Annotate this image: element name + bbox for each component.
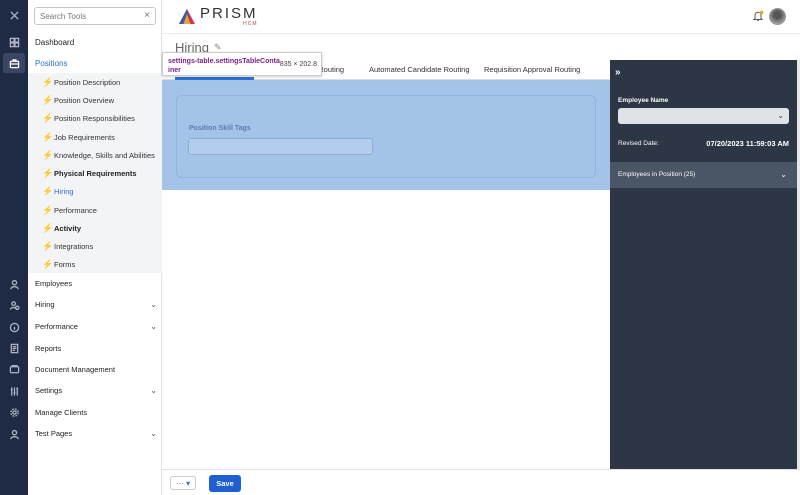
positions-submenu: ⚡ Position Description ⚡ Position Overview… [28, 73, 162, 273]
user-icon[interactable] [3, 274, 25, 294]
skill-tags-panel [176, 95, 596, 178]
sidebar-item-performance-sub[interactable]: ⚡ Performance [42, 203, 97, 217]
search-input[interactable]: Search Tools × [34, 7, 156, 25]
sidebar-item-settings[interactable]: Settings ⌄ [35, 386, 157, 395]
sidebar-item-performance[interactable]: Performance ⌄ [35, 322, 157, 331]
bolt-icon: ⚡ [42, 94, 54, 105]
sidebar-item-dashboard[interactable]: Dashboard [35, 38, 74, 47]
sidebar-item-forms[interactable]: ⚡ Forms [42, 257, 75, 271]
icon-rail [0, 0, 28, 495]
bolt-icon: ⚡ [42, 131, 54, 142]
logo-word: PRISM [200, 5, 258, 22]
employee-name-select[interactable]: ⌄ [618, 108, 789, 124]
person-icon[interactable] [3, 424, 25, 444]
bolt-icon: ⚡ [42, 258, 54, 269]
sidebar-item-document-management[interactable]: Document Management [35, 365, 157, 374]
prism-logo-mark [179, 9, 195, 24]
tab-requisition-approval-routing[interactable]: Requisition Approval Routing [484, 65, 580, 74]
inspector-tooltip: settings-table.settingsTableContainer 83… [162, 52, 322, 76]
bolt-icon: ⚡ [42, 240, 54, 251]
tooltip-element-size: 835 × 202.8 [279, 61, 317, 68]
chevron-down-icon: ⌄ [150, 322, 157, 331]
bolt-icon: ⚡ [42, 76, 54, 87]
sidebar-item-employees[interactable]: Employees [35, 279, 157, 288]
chevron-down-icon: ⌄ [777, 111, 784, 120]
sidebar-item-manage-clients[interactable]: Manage Clients [35, 408, 157, 417]
briefcase-icon[interactable] [3, 53, 25, 73]
sidebar-item-physical-requirements[interactable]: ⚡ Physical Requirements [42, 166, 137, 180]
employees-in-position-label: Employees in Position (25) [618, 171, 696, 178]
document-icon[interactable] [3, 359, 25, 379]
bolt-icon: ⚡ [42, 222, 54, 233]
bell-icon[interactable] [752, 10, 764, 22]
tooltip-element-name: settings-table.settingsTableContainer [168, 58, 280, 74]
chevron-down-icon: ⌄ [780, 170, 787, 179]
right-panel: » Employee Name ⌄ Revised Date: 07/20/20… [610, 60, 797, 469]
sidebar-item-test-pages[interactable]: Test Pages ⌄ [35, 429, 157, 438]
save-button[interactable]: Save [209, 475, 241, 492]
bolt-icon: ⚡ [42, 167, 54, 178]
bolt-icon: ⚡ [42, 112, 54, 123]
sidebar-item-reports[interactable]: Reports [35, 344, 157, 353]
more-actions-button[interactable]: ··· ▾ [170, 476, 196, 490]
sidebar-item-position-description[interactable]: ⚡ Position Description [42, 75, 120, 89]
clear-search-icon[interactable]: × [144, 10, 150, 21]
bolt-icon: ⚡ [42, 185, 54, 196]
sidebar-item-hiring-sub[interactable]: ⚡ Hiring [42, 184, 74, 198]
skill-tags-label: Position Skill Tags [189, 125, 251, 132]
sidebar: Search Tools × Dashboard Positions ⚡ Posi… [28, 0, 162, 495]
prism-logo[interactable]: PRISM HCM [178, 6, 258, 28]
close-icon[interactable] [3, 5, 25, 25]
sidebar-item-ksa[interactable]: ⚡ Knowledge, Skills and Abilities [42, 148, 155, 162]
employee-name-label: Employee Name [618, 97, 669, 104]
top-header: PRISM HCM [162, 0, 800, 34]
search-placeholder: Search Tools [40, 12, 87, 21]
tab-automated-candidate-routing[interactable]: Automated Candidate Routing [369, 65, 470, 74]
users-icon[interactable] [3, 295, 25, 315]
sidebar-item-activity[interactable]: ⚡ Activity [42, 221, 81, 235]
sidebar-item-hiring[interactable]: Hiring ⌄ [35, 300, 157, 309]
report-icon[interactable] [3, 338, 25, 358]
employees-in-position-toggle[interactable]: Employees in Position (25) ⌄ [610, 162, 797, 188]
dashboard-icon[interactable] [3, 32, 25, 52]
sidebar-item-position-responsibilities[interactable]: ⚡ Position Responsibilities [42, 111, 135, 125]
sidebar-item-positions[interactable]: Positions [35, 59, 67, 68]
chevron-down-icon: ⌄ [150, 429, 157, 438]
bolt-icon: ⚡ [42, 149, 54, 160]
revised-date-value: 07/20/2023 11:59:03 AM [706, 139, 789, 148]
chevron-down-icon: ⌄ [150, 300, 157, 309]
sidebar-item-position-overview[interactable]: ⚡ Position Overview [42, 93, 114, 107]
collapse-icon[interactable]: » [615, 67, 621, 78]
chevron-down-icon: ⌄ [150, 386, 157, 395]
sidebar-item-job-requirements[interactable]: ⚡ Job Requirements [42, 130, 115, 144]
sidebar-item-integrations[interactable]: ⚡ Integrations [42, 239, 93, 253]
gear-icon[interactable] [3, 402, 25, 422]
bolt-icon: ⚡ [42, 204, 54, 215]
revised-date-label: Revised Date: [618, 140, 659, 147]
bottom-action-bar: ··· ▾ Save [162, 469, 800, 495]
info-icon[interactable] [3, 317, 25, 337]
sliders-icon[interactable] [3, 381, 25, 401]
skill-tags-input[interactable] [188, 138, 373, 155]
avatar[interactable] [769, 8, 786, 25]
